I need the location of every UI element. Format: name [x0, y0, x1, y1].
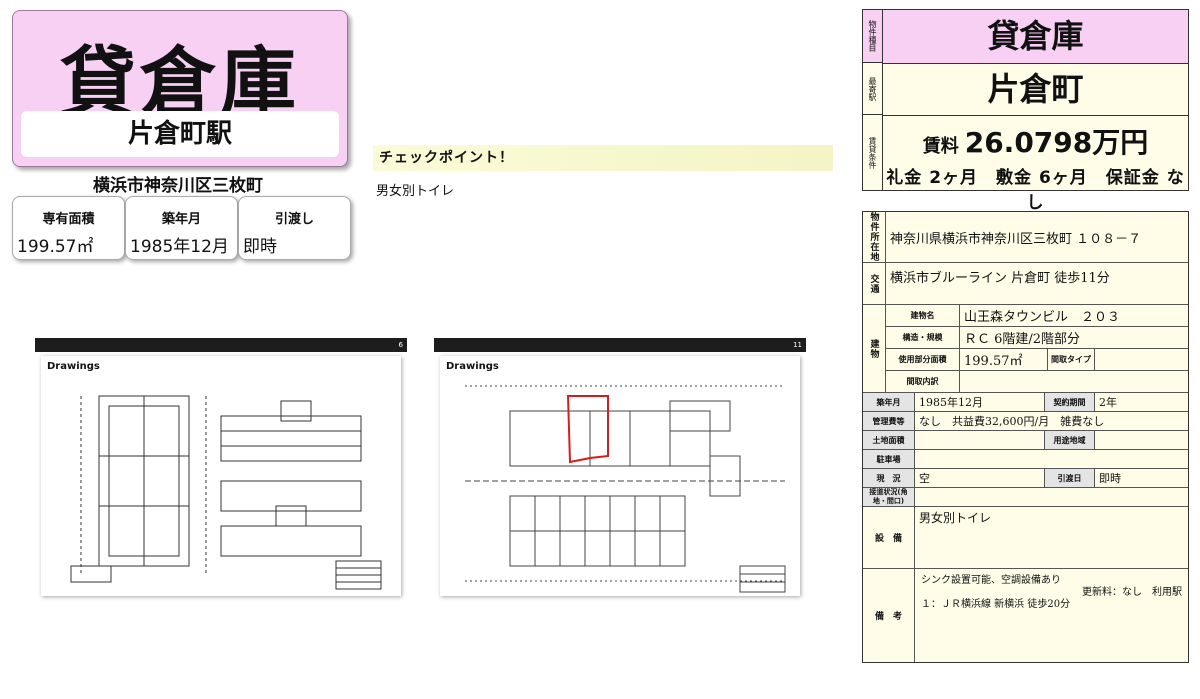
info-type: 貸倉庫: [883, 10, 1188, 64]
property-detail-table: 物件所在地 神奈川県横浜市神奈川区三枚町 １０８－７ 交通 横浜市ブルーライン …: [862, 211, 1189, 663]
contract-value: 2年: [1095, 393, 1188, 412]
handover-card-label: 引渡し: [274, 212, 314, 227]
drawing-sheet: Drawings: [440, 356, 800, 596]
handover-card: 引渡し 即時: [238, 196, 351, 260]
transport-value: 横浜市ブルーライン 片倉町 徒歩11分: [886, 263, 1188, 305]
info-summary-box: 物件種目 貸倉庫 最寄駅 片倉町 賃貸条件 賃料 26.0798万円 礼金 2ヶ月…: [862, 9, 1189, 213]
structure-value: ＲＣ 6階建/2階部分: [960, 327, 1188, 349]
address-summary: 横浜市神奈川区三枚町: [93, 176, 263, 196]
rent-row: 賃料 26.0798万円 礼金 2ヶ月 敷金 6ヶ月 保証金 なし: [883, 115, 1188, 213]
land-area-label: 土地面積: [863, 431, 915, 450]
handover-card-value: 即時: [243, 237, 277, 257]
remarks-value: シンク設置可能、空調設備あり 更新料：なし 利用駅 １：ＪＲ横浜線 新横浜 徒歩…: [915, 569, 1188, 662]
land-area-value: [915, 431, 1045, 450]
handover-value: 即時: [1095, 469, 1188, 488]
facilities-value: 男女別トイレ: [915, 507, 1188, 569]
transport-label: 交通: [863, 263, 886, 305]
rent-line: 賃料 26.0798万円: [883, 121, 1188, 161]
layout-type-value: [1095, 349, 1188, 371]
drawing-sheet: Drawings: [41, 356, 401, 596]
drawing-page-number: 11: [434, 338, 806, 352]
facilities-label: 設 備: [863, 507, 915, 569]
area-card-value: 199.57㎡: [17, 237, 94, 257]
area-card-label: 専有面積: [42, 212, 95, 227]
floor-plan-image: [465, 385, 786, 593]
management-fee-label: 管理費等: [863, 412, 915, 431]
road-access-label: 接道状況(角地・間口): [863, 488, 915, 507]
built-card-label: 築年月: [161, 212, 201, 227]
station-title: 片倉町駅: [21, 111, 339, 157]
zoning-label: 用途地域: [1045, 431, 1095, 450]
remarks-line-3: １：ＪＲ横浜線 新横浜 徒歩20分: [921, 599, 1071, 610]
built-value: 1985年12月: [915, 393, 1045, 412]
checkpoint-heading: チェックポイント！: [373, 145, 833, 171]
terms-label: 賃貸条件: [863, 115, 883, 190]
floor-plan-elevation-image: [70, 395, 382, 590]
management-fee-value: なし 共益費32,600円/月 雑費なし: [915, 412, 1188, 431]
structure-label: 構造・規模: [886, 327, 960, 349]
info-station: 片倉町: [883, 63, 1188, 116]
deposit-fees: 礼金 2ヶ月 敷金 6ヶ月 保証金 なし: [886, 168, 1185, 213]
building-name-label: 建物名: [886, 305, 960, 327]
building-name-value: 山王森タウンビル ２０３: [960, 305, 1188, 327]
remarks-line-1: シンク設置可能、空調設備あり: [921, 575, 1061, 586]
contract-label: 契約期間: [1045, 393, 1095, 412]
remarks-label: 備 考: [863, 569, 915, 662]
rent-label: 賃料: [922, 136, 959, 157]
location-label: 物件所在地: [863, 212, 886, 263]
area-card: 専有面積 199.57㎡: [12, 196, 125, 260]
floor-drawing-1: 6 Drawings: [35, 338, 407, 598]
station-label: 最寄駅: [863, 63, 883, 115]
type-label: 物件種目: [863, 10, 883, 63]
drawing-page-number: 6: [35, 338, 407, 352]
layout-type-label: 間取タイプ: [1048, 349, 1095, 371]
built-card-value: 1985年12月: [130, 237, 229, 257]
built-label: 築年月: [863, 393, 915, 412]
checkpoint-body: 男女別トイレ: [376, 184, 455, 199]
remarks-line-2: 更新料：なし 利用駅: [1082, 587, 1182, 598]
area-value: 199.57㎡: [960, 349, 1048, 371]
location-value: 神奈川県横浜市神奈川区三枚町 １０８－７: [886, 212, 1188, 263]
status-label: 現 況: [863, 469, 915, 488]
built-card: 築年月 1985年12月: [125, 196, 238, 260]
parking-value: [915, 450, 1188, 469]
status-value: 空: [915, 469, 1045, 488]
parking-label: 駐車場: [863, 450, 915, 469]
building-label: 建物: [863, 305, 886, 393]
floor-drawing-2: 11 Drawings: [434, 338, 806, 598]
area-label: 使用部分面積: [886, 349, 960, 371]
handover-label: 引渡日: [1045, 469, 1095, 488]
layout-detail-value: [960, 371, 1188, 393]
zoning-value: [1095, 431, 1188, 450]
road-access-value: [915, 488, 1188, 507]
rent-value: 26.0798万円: [964, 126, 1149, 159]
layout-detail-label: 間取内訳: [886, 371, 960, 393]
property-title-card: 貸倉庫 片倉町駅: [12, 10, 348, 167]
